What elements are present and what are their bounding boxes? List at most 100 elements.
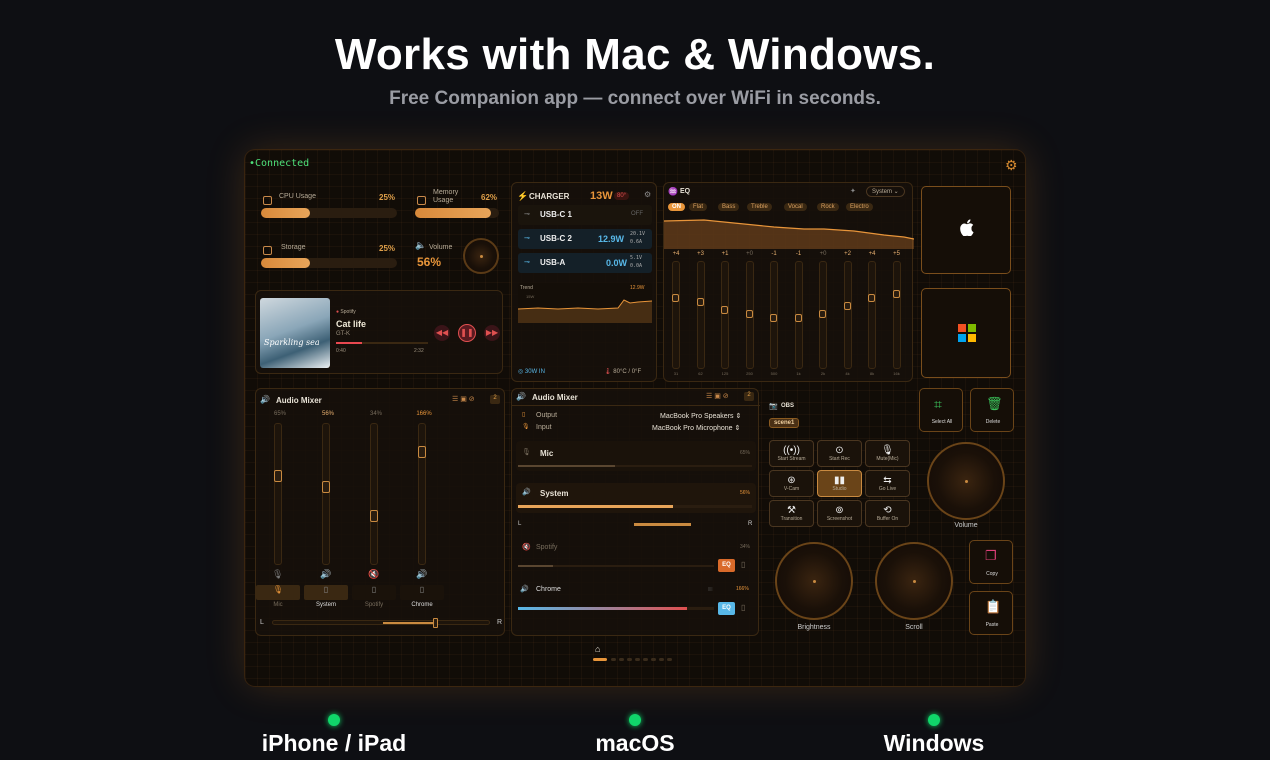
eq-band-knob[interactable]	[672, 294, 679, 302]
obs-broadcast-icon: ((•))	[783, 445, 800, 456]
eq-band-knob[interactable]	[892, 290, 900, 298]
obs-scene-chip[interactable]: scene1	[769, 418, 800, 428]
input-select[interactable]: MacBook Pro Microphone ⇕	[652, 424, 740, 432]
output-select[interactable]: MacBook Pro Speakers ⇕	[660, 412, 741, 420]
eq-preset-treble[interactable]: Treble	[747, 203, 772, 211]
spotify-device-icon[interactable]: ▯	[741, 560, 745, 569]
mic-muted-icon[interactable]: 🎙	[272, 569, 283, 580]
chrome-eq-button[interactable]: EQ	[718, 602, 735, 615]
page-dot[interactable]	[619, 658, 624, 661]
eq-band-slider[interactable]	[819, 261, 827, 369]
channel-fader-knob[interactable]	[418, 446, 426, 458]
speaker-icon[interactable]: 🔊	[320, 569, 331, 580]
copy-button[interactable]: ❐ Copy	[969, 540, 1013, 584]
page-dot[interactable]	[635, 658, 640, 661]
obs-button[interactable]: ⇆ Go Live	[865, 470, 910, 497]
channel-fader-knob[interactable]	[322, 481, 330, 493]
eq-band-slider[interactable]	[696, 261, 705, 369]
obs-button[interactable]: ⊙ Start Rec	[817, 440, 862, 467]
eq-output-select[interactable]: System ⌄	[866, 186, 905, 197]
speaker-muted-icon[interactable]: 🔇	[368, 569, 379, 580]
eq-preset-electro[interactable]: Electro	[846, 203, 873, 211]
obs-button[interactable]: ▮▮ Studio	[817, 470, 862, 497]
page-indicator-active[interactable]	[593, 658, 607, 661]
spotify-eq-button[interactable]: EQ	[718, 559, 735, 572]
obs-button[interactable]: ⟲ Buffer On	[865, 500, 910, 527]
eq-preset-bass[interactable]: Bass	[718, 203, 740, 211]
eq-band-slider[interactable]	[843, 261, 852, 369]
delete-button[interactable]: 🗑 Delete	[970, 388, 1014, 432]
eq-band-slider[interactable]	[672, 261, 680, 369]
page-dot[interactable]	[643, 658, 648, 661]
page-dot[interactable]	[659, 658, 664, 661]
eq-band-slider[interactable]	[745, 261, 754, 369]
charger-settings-icon[interactable]: ⚙	[644, 190, 651, 199]
paste-button[interactable]: 📋 Paste	[969, 591, 1013, 635]
page-dot[interactable]	[667, 658, 672, 661]
channel-fader-knob[interactable]	[370, 510, 378, 522]
chrome-level-slider[interactable]	[518, 607, 714, 610]
forward-button[interactable]: ▶▶	[484, 325, 500, 341]
chrome-device-icon[interactable]: ▯	[741, 603, 745, 612]
eq-band-knob[interactable]	[770, 314, 777, 322]
eq-band-knob[interactable]	[843, 302, 851, 310]
eq-preset-vocal[interactable]: Vocal	[784, 203, 807, 211]
online-dot-icon	[629, 714, 641, 726]
mixer-tools-icons[interactable]: ☰ ▣ ⊘	[452, 395, 475, 403]
eq-band-knob[interactable]	[745, 310, 753, 318]
channel-fader[interactable]	[370, 423, 378, 565]
channel-source-button[interactable]: ▯	[304, 585, 348, 600]
spotify-level-slider[interactable]	[518, 565, 714, 567]
page-dot[interactable]	[627, 658, 632, 661]
balance-slider[interactable]	[272, 618, 490, 628]
speaker-icon[interactable]: 🔊	[416, 569, 427, 580]
apple-shortcut-button[interactable]	[921, 186, 1011, 274]
page-dot[interactable]	[651, 658, 656, 661]
pause-button[interactable]: ❚❚	[458, 324, 476, 342]
eq-band-knob[interactable]	[721, 306, 728, 314]
volume-dial-small[interactable]	[463, 238, 499, 274]
eq-band-knob[interactable]	[696, 298, 704, 306]
obs-button[interactable]: ⊛ V-Cam	[769, 470, 814, 497]
mic-level-slider[interactable]	[518, 465, 752, 467]
system-level-slider[interactable]	[518, 505, 752, 508]
settings-gear-icon[interactable]: ⚙	[1005, 157, 1018, 174]
eq-band-slider[interactable]	[770, 261, 778, 369]
scroll-dial[interactable]	[875, 542, 953, 620]
eq-preset-flat[interactable]: Flat	[689, 203, 708, 211]
eq-band-knob[interactable]	[819, 310, 826, 318]
track-progress[interactable]	[336, 342, 428, 344]
channel-source-button[interactable]: ▯	[352, 585, 396, 600]
eq-preset-on[interactable]: ON	[668, 203, 685, 211]
obs-button[interactable]: ⚒ Transition	[769, 500, 814, 527]
eq-band-slider[interactable]	[892, 261, 901, 369]
eq-band-slider[interactable]	[794, 261, 803, 369]
obs-button-label: Transition	[780, 516, 803, 522]
system-balance-bar[interactable]	[634, 523, 691, 526]
mixer2-tools-icons[interactable]: ☰ ▣ ⊘	[706, 392, 729, 400]
eq-band-slider[interactable]	[721, 261, 729, 369]
page-dot[interactable]	[611, 658, 616, 661]
eq-band-knob[interactable]	[794, 314, 802, 322]
volume-dial[interactable]	[927, 442, 1005, 520]
home-icon[interactable]: ⌂	[595, 644, 600, 654]
channel-fader[interactable]	[322, 423, 330, 565]
rewind-button[interactable]: ◀◀	[434, 325, 450, 341]
platform-macos: macOS	[535, 714, 735, 757]
brightness-dial[interactable]	[775, 542, 853, 620]
select-all-button[interactable]: ⌗ Select All	[919, 388, 963, 432]
channel-source-button[interactable]: ▯	[400, 585, 444, 600]
port-voltage: 20.1V	[630, 231, 646, 237]
channel-fader[interactable]	[418, 423, 426, 565]
eq-band-knob[interactable]	[868, 294, 875, 302]
charger-port-row: ⊸ USB-C 2 12.9W 20.1V 0.6A	[518, 229, 652, 249]
channel-fader-knob[interactable]	[274, 470, 282, 482]
eq-band-slider[interactable]	[868, 261, 876, 369]
channel-fader[interactable]	[274, 423, 282, 565]
obs-button[interactable]: ⊚ Screenshot	[817, 500, 862, 527]
eq-preset-rock[interactable]: Rock	[817, 203, 839, 211]
obs-button[interactable]: ((•)) Start Stream	[769, 440, 814, 467]
obs-button[interactable]: 🎙 Mute(Mic)	[865, 440, 910, 467]
channel-source-button[interactable]: 🎙	[256, 585, 300, 600]
windows-shortcut-button[interactable]	[921, 288, 1011, 378]
